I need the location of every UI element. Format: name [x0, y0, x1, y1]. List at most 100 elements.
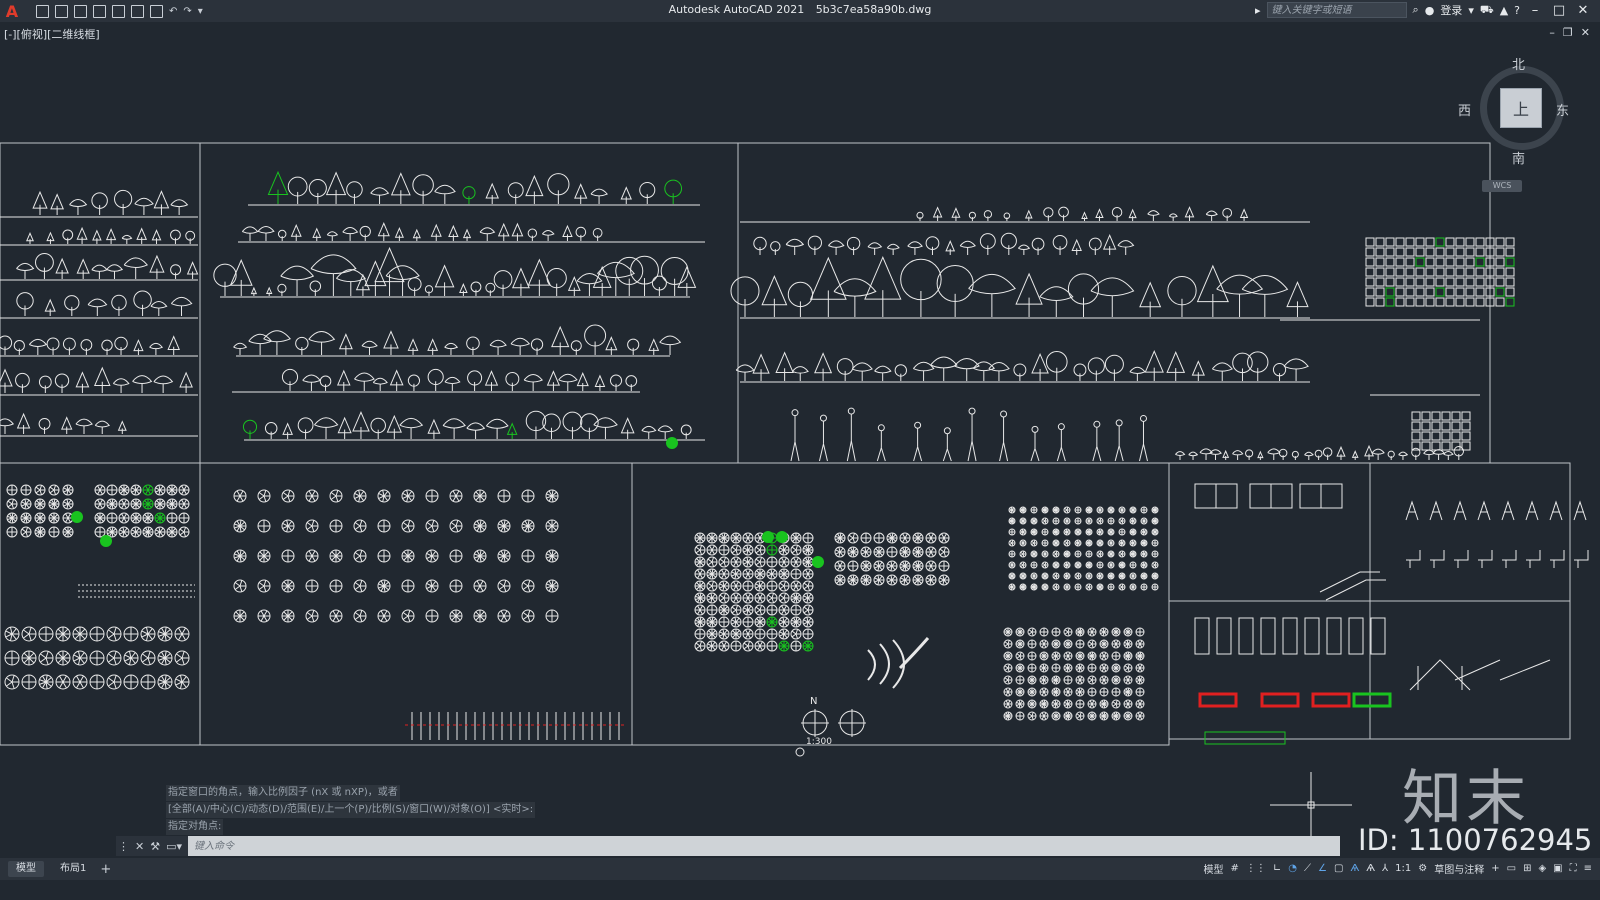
arc-paving [867, 639, 905, 689]
tree-elevation [620, 186, 632, 204]
recent-commands-icon[interactable]: ▭▾ [166, 840, 182, 853]
tree-elevation [466, 422, 486, 439]
annotation-scale-value[interactable]: 1:1 [1395, 863, 1411, 874]
plan-symbol [401, 489, 415, 503]
plan-symbol [1063, 572, 1071, 580]
plan-symbol [718, 616, 730, 628]
compass-west[interactable]: 西 [1458, 100, 1471, 119]
isodraft-icon[interactable]: ⟋ [1304, 863, 1311, 874]
plan-symbol [766, 592, 778, 604]
plan-symbol [1087, 699, 1097, 709]
drawing-canvas[interactable]: N 1:300 [0, 0, 1600, 900]
plan-symbol [1027, 639, 1037, 649]
north-arrow [795, 709, 866, 757]
plan-symbol [62, 484, 74, 496]
ortho-icon[interactable]: ∟ [1273, 863, 1281, 874]
plan-symbol [157, 650, 173, 666]
grid-icon[interactable]: # [1231, 863, 1239, 874]
clean-screen-icon[interactable]: ⛶ [1570, 863, 1577, 874]
plan-symbol [1019, 561, 1027, 569]
car-plan [1370, 617, 1386, 655]
play-equipment [1550, 550, 1565, 568]
plan-symbol [1019, 539, 1027, 547]
workspace-gear-icon[interactable]: ⚙ [1418, 863, 1427, 874]
symbol-tile [1475, 257, 1485, 267]
wcs-menu-button[interactable]: WCS [1482, 180, 1522, 192]
plan-symbol [1063, 627, 1073, 637]
command-close-icon[interactable]: ✕ [135, 840, 144, 853]
annotation-scale-icon[interactable]: ⅄ [1382, 863, 1388, 874]
symbol-tile [1385, 237, 1395, 247]
plan-symbol [1027, 699, 1037, 709]
command-grip-icon[interactable]: ⋮ [118, 840, 129, 853]
tree-elevation [287, 176, 308, 204]
plan-symbol [1008, 561, 1016, 569]
command-input[interactable] [188, 836, 1340, 856]
tab-layout1[interactable]: 布局1 [52, 861, 94, 877]
annotation-monitor-icon[interactable]: + [1491, 863, 1499, 874]
compass-east[interactable]: 东 [1556, 100, 1569, 119]
plan-symbol [742, 544, 754, 556]
plan-symbol [1099, 675, 1109, 685]
symbol-tile [1445, 267, 1455, 277]
plan-symbol [1087, 687, 1097, 697]
polar-tracking-icon[interactable]: ◔ [1288, 863, 1297, 874]
plan-symbol [1003, 663, 1013, 673]
graphics-performance-icon[interactable]: ▣ [1553, 863, 1562, 874]
tree-elevation [94, 420, 111, 434]
compass-south[interactable]: 南 [1512, 148, 1525, 167]
car-plan [1282, 617, 1298, 655]
tree-elevation [489, 339, 507, 355]
plan-symbol [1140, 550, 1148, 558]
auto-scale-icon[interactable]: Ѧ [1366, 863, 1375, 874]
tree-elevation [968, 211, 976, 221]
plan-symbol [1129, 572, 1137, 580]
customization-menu-icon[interactable]: ≡ [1584, 863, 1592, 874]
plan-symbol [166, 498, 178, 510]
plan-symbol [778, 556, 790, 568]
plan-symbol [706, 592, 718, 604]
symbol-tile [1445, 297, 1455, 307]
compass-north[interactable]: 北 [1512, 54, 1525, 73]
quick-properties-icon[interactable]: ⊞ [1523, 863, 1531, 874]
object-snap-tracking-icon[interactable]: ∠ [1318, 863, 1327, 874]
plan-symbol [912, 574, 924, 586]
symbol-tile [1375, 297, 1385, 307]
plan-symbol [1074, 561, 1082, 569]
model-space-button[interactable]: 模型 [1204, 861, 1224, 876]
viewcube[interactable]: 上 北 南 东 西 WCS [1456, 54, 1576, 192]
annotation-visibility-icon[interactable]: Ѧ [1350, 863, 1359, 874]
workspace-switch[interactable]: 草图与注释 [1434, 861, 1484, 876]
tree-elevation [0, 418, 15, 434]
plan-symbol [766, 544, 778, 556]
plan-symbol [730, 556, 742, 568]
tree-elevation [1216, 274, 1264, 317]
tree-elevation [1071, 238, 1082, 255]
plan-symbol [1039, 639, 1049, 649]
snap-mode-icon[interactable]: ⋮⋮ [1246, 863, 1266, 874]
tree-elevation [1247, 351, 1269, 381]
symbol-tile [1455, 257, 1465, 267]
tree-elevation [511, 222, 524, 241]
add-layout-button[interactable]: + [100, 862, 111, 877]
plan-symbol [38, 674, 54, 690]
tree-elevation [55, 257, 69, 279]
plan-symbol [425, 489, 439, 503]
symbol-tile [1415, 247, 1425, 257]
plan-symbol [886, 574, 898, 586]
symbol-tile [1475, 297, 1485, 307]
symbol-tile [1375, 237, 1385, 247]
object-snap-icon[interactable]: ▢ [1334, 863, 1343, 874]
tree-elevation [753, 236, 767, 255]
play-equipment [1526, 550, 1541, 568]
isolate-objects-icon[interactable]: ◈ [1538, 863, 1546, 874]
play-equipment [1430, 550, 1445, 568]
units-icon[interactable]: ▭ [1507, 863, 1516, 874]
customize-wrench-icon[interactable]: ⚒ [150, 840, 160, 853]
symbol-tile [1405, 257, 1415, 267]
tree-elevation [170, 264, 182, 279]
plan-symbol [106, 674, 122, 690]
viewcube-top-face[interactable]: 上 [1500, 88, 1542, 128]
tab-model[interactable]: 模型 [8, 861, 44, 877]
symbol-tile [1455, 277, 1465, 287]
